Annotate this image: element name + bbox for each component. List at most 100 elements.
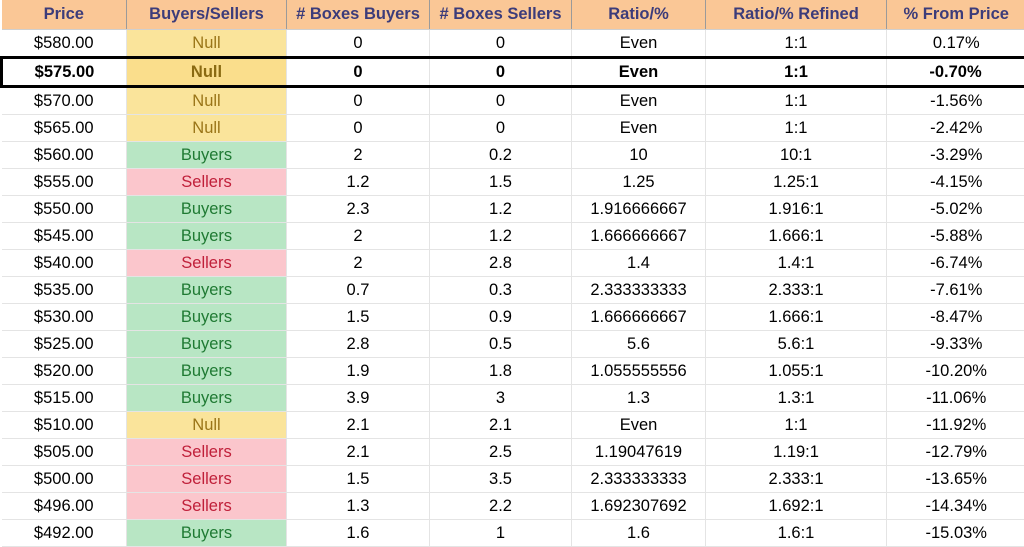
cell-boxes_sellers[interactable]: 1.5 — [430, 169, 572, 196]
table-row[interactable]: $520.00Buyers1.91.81.0555555561.055:1-10… — [2, 358, 1024, 385]
cell-ratio_refined[interactable]: 2.333:1 — [706, 466, 887, 493]
cell-signal[interactable]: Null — [127, 412, 287, 439]
cell-pct_from_price[interactable]: -3.29% — [887, 142, 1024, 169]
cell-boxes_buyers[interactable]: 3.9 — [287, 385, 430, 412]
table-row[interactable]: $525.00Buyers2.80.55.65.6:1-9.33% — [2, 331, 1024, 358]
cell-ratio_refined[interactable]: 1:1 — [706, 115, 887, 142]
table-row[interactable]: $515.00Buyers3.931.31.3:1-11.06% — [2, 385, 1024, 412]
cell-signal[interactable]: Buyers — [127, 520, 287, 547]
cell-boxes_sellers[interactable]: 1.2 — [430, 196, 572, 223]
cell-price[interactable]: $535.00 — [2, 277, 127, 304]
cell-boxes_sellers[interactable]: 0.2 — [430, 142, 572, 169]
cell-boxes_sellers[interactable]: 0.3 — [430, 277, 572, 304]
cell-pct_from_price[interactable]: -4.15% — [887, 169, 1024, 196]
cell-signal[interactable]: Sellers — [127, 439, 287, 466]
cell-pct_from_price[interactable]: -2.42% — [887, 115, 1024, 142]
cell-ratio_pct[interactable]: 1.666666667 — [572, 223, 706, 250]
cell-boxes_buyers[interactable]: 1.5 — [287, 304, 430, 331]
cell-signal[interactable]: Buyers — [127, 304, 287, 331]
table-row[interactable]: $550.00Buyers2.31.21.9166666671.916:1-5.… — [2, 196, 1024, 223]
cell-boxes_sellers[interactable]: 3 — [430, 385, 572, 412]
cell-signal[interactable]: Buyers — [127, 142, 287, 169]
table-row[interactable]: $530.00Buyers1.50.91.6666666671.666:1-8.… — [2, 304, 1024, 331]
cell-ratio_refined[interactable]: 10:1 — [706, 142, 887, 169]
column-header-boxes_sellers[interactable]: # Boxes Sellers — [430, 0, 572, 30]
table-row[interactable]: $535.00Buyers0.70.32.3333333332.333:1-7.… — [2, 277, 1024, 304]
cell-ratio_refined[interactable]: 1:1 — [706, 58, 887, 87]
cell-ratio_pct[interactable]: 1.25 — [572, 169, 706, 196]
cell-pct_from_price[interactable]: -1.56% — [887, 87, 1024, 115]
cell-boxes_buyers[interactable]: 2.1 — [287, 412, 430, 439]
cell-ratio_pct[interactable]: 1.692307692 — [572, 493, 706, 520]
cell-price[interactable]: $565.00 — [2, 115, 127, 142]
cell-ratio_refined[interactable]: 1:1 — [706, 30, 887, 58]
cell-pct_from_price[interactable]: -11.06% — [887, 385, 1024, 412]
cell-pct_from_price[interactable]: -10.20% — [887, 358, 1024, 385]
cell-boxes_sellers[interactable]: 2.8 — [430, 250, 572, 277]
cell-ratio_pct[interactable]: Even — [572, 30, 706, 58]
cell-signal[interactable]: Sellers — [127, 169, 287, 196]
cell-boxes_sellers[interactable]: 2.1 — [430, 412, 572, 439]
cell-ratio_refined[interactable]: 1.3:1 — [706, 385, 887, 412]
cell-boxes_sellers[interactable]: 1.8 — [430, 358, 572, 385]
cell-pct_from_price[interactable]: 0.17% — [887, 30, 1024, 58]
column-header-ratio_refined[interactable]: Ratio/% Refined — [706, 0, 887, 30]
cell-signal[interactable]: Buyers — [127, 385, 287, 412]
cell-pct_from_price[interactable]: -8.47% — [887, 304, 1024, 331]
cell-ratio_refined[interactable]: 5.6:1 — [706, 331, 887, 358]
cell-price[interactable]: $545.00 — [2, 223, 127, 250]
cell-ratio_refined[interactable]: 1.055:1 — [706, 358, 887, 385]
cell-ratio_pct[interactable]: 2.333333333 — [572, 277, 706, 304]
column-header-pct_from_price[interactable]: % From Price — [887, 0, 1024, 30]
cell-boxes_sellers[interactable]: 3.5 — [430, 466, 572, 493]
cell-boxes_buyers[interactable]: 0 — [287, 30, 430, 58]
table-row[interactable]: $575.00Null00Even1:1-0.70% — [2, 58, 1024, 87]
cell-boxes_buyers[interactable]: 1.5 — [287, 466, 430, 493]
cell-ratio_refined[interactable]: 1.666:1 — [706, 223, 887, 250]
table-row[interactable]: $496.00Sellers1.32.21.6923076921.692:1-1… — [2, 493, 1024, 520]
table-row[interactable]: $505.00Sellers2.12.51.190476191.19:1-12.… — [2, 439, 1024, 466]
cell-price[interactable]: $540.00 — [2, 250, 127, 277]
cell-signal[interactable]: Null — [127, 58, 287, 87]
cell-pct_from_price[interactable]: -7.61% — [887, 277, 1024, 304]
cell-price[interactable]: $570.00 — [2, 87, 127, 115]
column-header-signal[interactable]: Buyers/Sellers — [127, 0, 287, 30]
column-header-price[interactable]: Price — [2, 0, 127, 30]
cell-boxes_sellers[interactable]: 1 — [430, 520, 572, 547]
cell-boxes_buyers[interactable]: 2.8 — [287, 331, 430, 358]
cell-boxes_buyers[interactable]: 2.1 — [287, 439, 430, 466]
cell-pct_from_price[interactable]: -6.74% — [887, 250, 1024, 277]
cell-boxes_buyers[interactable]: 2.3 — [287, 196, 430, 223]
cell-pct_from_price[interactable]: -13.65% — [887, 466, 1024, 493]
cell-boxes_sellers[interactable]: 0.5 — [430, 331, 572, 358]
column-header-boxes_buyers[interactable]: # Boxes Buyers — [287, 0, 430, 30]
cell-price[interactable]: $550.00 — [2, 196, 127, 223]
cell-ratio_pct[interactable]: Even — [572, 412, 706, 439]
cell-pct_from_price[interactable]: -12.79% — [887, 439, 1024, 466]
cell-pct_from_price[interactable]: -5.88% — [887, 223, 1024, 250]
cell-boxes_buyers[interactable]: 2 — [287, 142, 430, 169]
cell-signal[interactable]: Buyers — [127, 196, 287, 223]
cell-pct_from_price[interactable]: -0.70% — [887, 58, 1024, 87]
cell-ratio_pct[interactable]: 1.3 — [572, 385, 706, 412]
cell-boxes_buyers[interactable]: 2 — [287, 223, 430, 250]
cell-ratio_pct[interactable]: Even — [572, 87, 706, 115]
cell-pct_from_price[interactable]: -15.03% — [887, 520, 1024, 547]
cell-ratio_refined[interactable]: 1.916:1 — [706, 196, 887, 223]
cell-boxes_sellers[interactable]: 0 — [430, 115, 572, 142]
cell-ratio_pct[interactable]: Even — [572, 115, 706, 142]
cell-ratio_pct[interactable]: 1.19047619 — [572, 439, 706, 466]
cell-pct_from_price[interactable]: -14.34% — [887, 493, 1024, 520]
table-row[interactable]: $570.00Null00Even1:1-1.56% — [2, 87, 1024, 115]
cell-signal[interactable]: Buyers — [127, 277, 287, 304]
cell-ratio_pct[interactable]: 2.333333333 — [572, 466, 706, 493]
cell-boxes_sellers[interactable]: 0 — [430, 87, 572, 115]
cell-ratio_pct[interactable]: 1.6 — [572, 520, 706, 547]
cell-ratio_refined[interactable]: 1.692:1 — [706, 493, 887, 520]
cell-pct_from_price[interactable]: -9.33% — [887, 331, 1024, 358]
cell-boxes_buyers[interactable]: 1.9 — [287, 358, 430, 385]
table-row[interactable]: $510.00Null2.12.1Even1:1-11.92% — [2, 412, 1024, 439]
cell-boxes_sellers[interactable]: 0.9 — [430, 304, 572, 331]
cell-signal[interactable]: Null — [127, 87, 287, 115]
cell-ratio_pct[interactable]: 1.666666667 — [572, 304, 706, 331]
